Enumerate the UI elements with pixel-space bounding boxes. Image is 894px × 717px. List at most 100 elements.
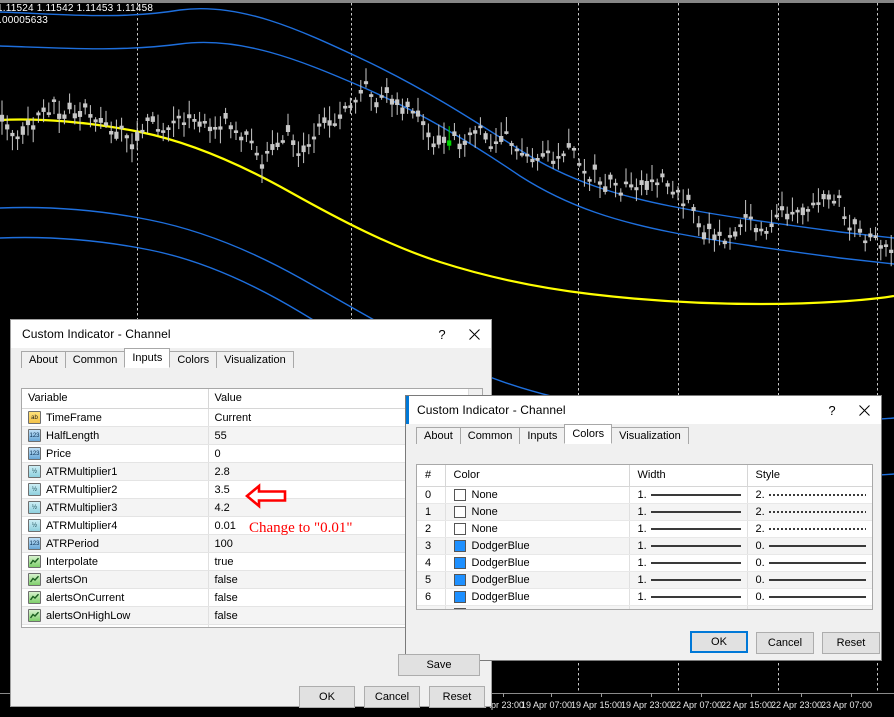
colors-table-row[interactable]: 0 None 1. 2.: [417, 486, 872, 504]
close-icon[interactable]: [847, 396, 881, 424]
colors-index-cell: 3: [417, 537, 446, 555]
custom-indicator-colors-dialog[interactable]: Custom Indicator - Channel ? About Common…: [405, 395, 882, 661]
inputs-dialog-title-buttons: ?: [427, 320, 491, 348]
inputs-table-row[interactable]: ab TimeFrame Current: [22, 408, 468, 427]
inputs-tab-about[interactable]: About: [21, 351, 66, 368]
help-icon[interactable]: ?: [427, 320, 457, 348]
width-line-preview: [650, 494, 741, 496]
colors-style-cell[interactable]: 0.: [747, 571, 872, 589]
boolean-icon: [28, 591, 41, 604]
colors-width-cell[interactable]: 1.: [629, 486, 748, 504]
close-icon[interactable]: [457, 320, 491, 348]
inputs-variable-cell: 123 HalfLength: [22, 426, 209, 445]
colors-color-cell[interactable]: None: [445, 503, 630, 521]
colors-color-cell[interactable]: None: [445, 486, 630, 504]
width-value: 1.: [637, 557, 647, 569]
inputs-tab-common[interactable]: Common: [64, 351, 126, 368]
inputs-table-row[interactable]: 123 ATRPeriod 100: [22, 534, 468, 553]
inputs-variable-name: ATRMultiplier4: [46, 519, 118, 532]
tab-label: Visualization: [224, 354, 286, 366]
colors-style-cell[interactable]: 0.: [747, 537, 872, 555]
inputs-table-row[interactable]: ½ ATRMultiplier4 0.01: [22, 516, 468, 535]
colors-tab-about[interactable]: About: [416, 427, 461, 444]
colors-width-cell[interactable]: 1.: [629, 537, 748, 555]
inputs-variable-cell: Interpolate: [22, 552, 209, 571]
colors-style-cell[interactable]: 0.: [747, 605, 872, 609]
inputs-table-row[interactable]: 123alertsTMAnumber2: [22, 624, 468, 627]
colors-table-row[interactable]: 4 DodgerBlue 1. 0.: [417, 554, 872, 572]
help-icon[interactable]: ?: [817, 396, 847, 424]
colors-dialog-tabstrip[interactable]: About Common Inputs Colors Visualization: [416, 424, 881, 444]
colors-style-cell[interactable]: 2.: [747, 503, 872, 521]
colors-table-row[interactable]: 7 Yellow 1. 0.: [417, 605, 872, 609]
inputs-variable-cell: 123 Price: [22, 444, 209, 463]
colors-tab-visualization[interactable]: Visualization: [611, 427, 689, 444]
inputs-dialog-tabstrip[interactable]: About Common Inputs Colors Visualization: [21, 348, 491, 368]
inputs-table-row[interactable]: alertsOnHighLow false: [22, 606, 468, 625]
colors-style-cell[interactable]: 0.: [747, 588, 872, 606]
double-icon: ½: [28, 501, 41, 514]
colors-table-row[interactable]: 2 None 1. 2.: [417, 520, 872, 538]
inputs-tab-visualization[interactable]: Visualization: [216, 351, 294, 368]
color-name: DodgerBlue: [471, 574, 530, 586]
colors-tab-colors[interactable]: Colors: [564, 424, 613, 444]
colors-color-cell[interactable]: DodgerBlue: [445, 588, 630, 606]
width-value: 1.: [637, 523, 647, 535]
colors-table-row[interactable]: 3 DodgerBlue 1. 0.: [417, 537, 872, 555]
style-value: 0.: [756, 608, 765, 609]
colors-color-cell[interactable]: Yellow: [445, 605, 630, 609]
inputs-ok-button-front[interactable]: OK: [299, 686, 355, 708]
colors-ok-label: OK: [711, 636, 727, 648]
colors-tab-common[interactable]: Common: [459, 427, 521, 444]
inputs-table-row[interactable]: alertsOnCurrent false: [22, 588, 468, 607]
inputs-table-row[interactable]: Interpolate true: [22, 552, 468, 571]
inputs-tab-inputs[interactable]: Inputs: [124, 348, 171, 368]
width-line-preview: [650, 545, 741, 547]
width-line-preview: [650, 579, 741, 581]
inputs-reset-button-front[interactable]: Reset: [429, 686, 485, 708]
colors-color-cell[interactable]: DodgerBlue: [445, 571, 630, 589]
width-line-preview: [650, 528, 741, 530]
time-axis-label: 22 Apr 15:00: [721, 700, 773, 710]
colors-tab-inputs[interactable]: Inputs: [519, 427, 566, 444]
colors-width-cell[interactable]: 1.: [629, 605, 748, 609]
colors-cancel-button[interactable]: Cancel: [756, 632, 814, 654]
string-icon: ab: [28, 411, 41, 424]
inputs-reset-label-front: Reset: [442, 691, 472, 703]
help-icon-glyph: ?: [828, 402, 836, 418]
width-value: 1.: [638, 608, 647, 609]
colors-dialog-titlebar[interactable]: Custom Indicator - Channel ?: [406, 396, 881, 424]
inputs-variable-cell: ½ ATRMultiplier3: [22, 498, 209, 517]
colors-table-panel: # Color Width Style 0 None 1. 2. 1 None 1. 2. 2 N…: [416, 464, 873, 610]
color-swatch: [453, 557, 466, 569]
inputs-save-button[interactable]: Save: [398, 654, 480, 676]
colors-color-cell[interactable]: DodgerBlue: [445, 554, 630, 572]
colors-width-cell[interactable]: 1.: [629, 571, 748, 589]
colors-ok-button[interactable]: OK: [690, 631, 748, 653]
colors-color-cell[interactable]: None: [445, 520, 630, 538]
inputs-table-row[interactable]: ½ ATRMultiplier1 2.8: [22, 462, 468, 481]
time-axis-tick: [851, 693, 852, 697]
colors-table-row[interactable]: 1 None 1. 2.: [417, 503, 872, 521]
inputs-dialog-titlebar[interactable]: Custom Indicator - Channel ?: [11, 320, 491, 348]
inputs-variable-cell: ½ ATRMultiplier4: [22, 516, 209, 535]
column-header-variable: Variable: [22, 389, 209, 409]
colors-table[interactable]: # Color Width Style 0 None 1. 2. 1 None 1. 2. 2 N…: [417, 465, 872, 609]
colors-width-cell[interactable]: 1.: [629, 588, 748, 606]
colors-style-cell[interactable]: 2.: [747, 520, 872, 538]
inputs-table-row[interactable]: 123 HalfLength 55: [22, 426, 468, 445]
colors-width-cell[interactable]: 1.: [629, 554, 748, 572]
colors-color-cell[interactable]: DodgerBlue: [445, 537, 630, 555]
colors-width-cell[interactable]: 1.: [629, 520, 748, 538]
colors-dialog-title-buttons: ?: [817, 396, 881, 424]
colors-style-cell[interactable]: 0.: [747, 554, 872, 572]
inputs-table-row[interactable]: 123 Price 0: [22, 444, 468, 463]
colors-table-row[interactable]: 6 DodgerBlue 1. 0.: [417, 588, 872, 606]
colors-table-row[interactable]: 5 DodgerBlue 1. 0.: [417, 571, 872, 589]
colors-width-cell[interactable]: 1.: [629, 503, 748, 521]
colors-reset-button[interactable]: Reset: [822, 632, 880, 654]
inputs-table-row[interactable]: alertsOn false: [22, 570, 468, 589]
inputs-tab-colors[interactable]: Colors: [169, 351, 218, 368]
colors-style-cell[interactable]: 2.: [747, 486, 872, 504]
inputs-cancel-button-front[interactable]: Cancel: [364, 686, 420, 708]
